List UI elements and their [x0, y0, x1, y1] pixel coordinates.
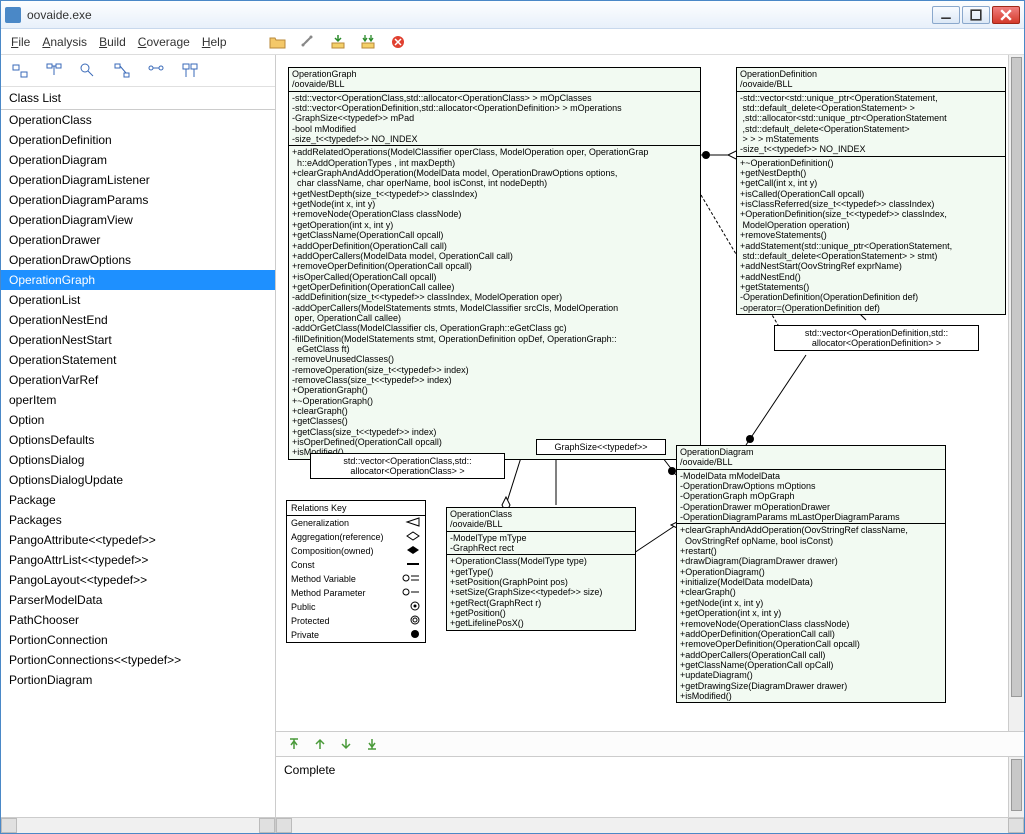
uml-ops: +OperationClass(ModelType type) +getType… — [447, 555, 635, 629]
menu-analysis[interactable]: Analysis — [42, 35, 87, 49]
uml-operationdefinition[interactable]: OperationDefinition /oovaide/BLL -std::v… — [736, 67, 1006, 315]
key-row: Composition(owned) — [287, 544, 425, 558]
nav-last-icon[interactable] — [362, 734, 382, 754]
uml-operationclass[interactable]: OperationClass /oovaide/BLL -ModelType m… — [446, 507, 636, 631]
stop-icon[interactable] — [387, 31, 409, 53]
uml-graphsize[interactable]: GraphSize<<typedef>> — [536, 439, 666, 455]
uml-attrs: -ModelType mType -GraphRect rect — [447, 532, 635, 556]
classlist-item[interactable]: OperationDiagramListener — [1, 170, 275, 190]
sidebar-tool-3-icon[interactable] — [75, 58, 101, 84]
key-row: Method Parameter — [287, 586, 425, 600]
key-row: Private — [287, 628, 425, 642]
uml-operationgraph[interactable]: OperationGraph /oovaide/BLL -std::vector… — [288, 67, 701, 460]
classlist-item[interactable]: OperationDiagramParams — [1, 190, 275, 210]
menu-file[interactable]: File — [11, 35, 30, 49]
classlist-item[interactable]: ParserModelData — [1, 590, 275, 610]
window-title: oovaide.exe — [27, 8, 932, 22]
classlist-item[interactable]: OperationNestStart — [1, 330, 275, 350]
uml-ops: +clearGraphAndAddOperation(OovStringRef … — [677, 524, 945, 702]
classlist-item[interactable]: OperationList — [1, 290, 275, 310]
classlist-item[interactable]: PangoAttrList<<typedef>> — [1, 550, 275, 570]
uml-operationdiagram[interactable]: OperationDiagram /oovaide/BLL -ModelData… — [676, 445, 946, 703]
classlist-item[interactable]: OperationDiagram — [1, 150, 275, 170]
sidebar-hscrollbar[interactable] — [1, 817, 275, 833]
sidebar-toolbar — [1, 55, 275, 87]
app-icon — [5, 7, 21, 23]
key-row: Generalization — [287, 516, 425, 530]
classlist-item[interactable]: OperationGraph — [1, 270, 275, 290]
uml-vec-opdef[interactable]: std::vector<OperationDefinition,std:: al… — [774, 325, 979, 351]
sidebar-tool-5-icon[interactable] — [143, 58, 169, 84]
relations-key: Relations Key GeneralizationAggregation(… — [286, 500, 426, 643]
key-row: Aggregation(reference) — [287, 530, 425, 544]
classlist-item[interactable]: PathChooser — [1, 610, 275, 630]
build-down2-icon[interactable] — [357, 31, 379, 53]
classlist-item[interactable]: OperationStatement — [1, 350, 275, 370]
sidebar-tool-4-icon[interactable] — [109, 58, 135, 84]
uml-ops: +addRelatedOperations(ModelClassifier op… — [289, 146, 700, 458]
nav-down-icon[interactable] — [336, 734, 356, 754]
settings-icon[interactable] — [297, 31, 319, 53]
classlist-item[interactable]: OperationVarRef — [1, 370, 275, 390]
sidebar-tool-2-icon[interactable] — [41, 58, 67, 84]
minimize-button[interactable] — [932, 6, 960, 24]
key-row: Const — [287, 558, 425, 572]
diagram-canvas[interactable]: OperationGraph /oovaide/BLL -std::vector… — [276, 55, 1008, 731]
uml-header: OperationDefinition /oovaide/BLL — [737, 68, 1005, 92]
uml-header: OperationGraph /oovaide/BLL — [289, 68, 700, 92]
classlist-header: Class List — [1, 87, 275, 110]
uml-attrs: -ModelData mModelData -OperationDrawOpti… — [677, 470, 945, 525]
classlist-item[interactable]: PangoLayout<<typedef>> — [1, 570, 275, 590]
classlist-item[interactable]: PortionDiagram — [1, 670, 275, 690]
menu-help[interactable]: Help — [202, 35, 227, 49]
classlist-item[interactable]: OperationDiagramView — [1, 210, 275, 230]
sidebar: Class List OperationClassOperationDefini… — [1, 55, 276, 833]
build-down-icon[interactable] — [327, 31, 349, 53]
classlist-item[interactable]: PortionConnection — [1, 630, 275, 650]
status-vscrollbar[interactable] — [1008, 757, 1024, 817]
key-row: Method Variable — [287, 572, 425, 586]
key-row: Protected — [287, 614, 425, 628]
uml-header: OperationDiagram /oovaide/BLL — [677, 446, 945, 470]
nav-first-icon[interactable] — [284, 734, 304, 754]
classlist[interactable]: OperationClassOperationDefinitionOperati… — [1, 110, 275, 817]
classlist-item[interactable]: OperationDrawOptions — [1, 250, 275, 270]
classlist-item[interactable]: OperationNestEnd — [1, 310, 275, 330]
uml-ops: +~OperationDefinition() +getNestDepth() … — [737, 157, 1005, 314]
key-header: Relations Key — [287, 501, 425, 516]
classlist-item[interactable]: OperationClass — [1, 110, 275, 130]
key-row: Public — [287, 600, 425, 614]
open-folder-icon[interactable] — [267, 31, 289, 53]
menubar: File Analysis Build Coverage Help — [1, 29, 1024, 55]
classlist-item[interactable]: OptionsDefaults — [1, 430, 275, 450]
sidebar-tool-6-icon[interactable] — [177, 58, 203, 84]
classlist-item[interactable]: PortionConnections<<typedef>> — [1, 650, 275, 670]
maximize-button[interactable] — [962, 6, 990, 24]
app-window: oovaide.exe File Analysis Build Coverage… — [0, 0, 1025, 834]
main-hscrollbar[interactable] — [276, 817, 1024, 833]
canvas-vscrollbar[interactable] — [1008, 55, 1024, 731]
uml-vec-opclass[interactable]: std::vector<OperationClass,std:: allocat… — [310, 453, 505, 479]
classlist-item[interactable]: Packages — [1, 510, 275, 530]
classlist-item[interactable]: OptionsDialog — [1, 450, 275, 470]
menu-coverage[interactable]: Coverage — [138, 35, 190, 49]
nav-up-icon[interactable] — [310, 734, 330, 754]
classlist-item[interactable]: operItem — [1, 390, 275, 410]
nav-toolbar — [276, 731, 1024, 757]
classlist-item[interactable]: OptionsDialogUpdate — [1, 470, 275, 490]
classlist-item[interactable]: OperationDrawer — [1, 230, 275, 250]
uml-attrs: -std::vector<std::unique_ptr<OperationSt… — [737, 92, 1005, 157]
classlist-item[interactable]: Option — [1, 410, 275, 430]
classlist-item[interactable]: Package — [1, 490, 275, 510]
classlist-item[interactable]: OperationDefinition — [1, 130, 275, 150]
menu-build[interactable]: Build — [99, 35, 126, 49]
uml-attrs: -std::vector<OperationClass,std::allocat… — [289, 92, 700, 147]
status-output: Complete — [276, 757, 1008, 817]
titlebar: oovaide.exe — [1, 1, 1024, 29]
classlist-item[interactable]: PangoAttribute<<typedef>> — [1, 530, 275, 550]
main-area: OperationGraph /oovaide/BLL -std::vector… — [276, 55, 1024, 833]
close-button[interactable] — [992, 6, 1020, 24]
uml-header: OperationClass /oovaide/BLL — [447, 508, 635, 532]
sidebar-tool-1-icon[interactable] — [7, 58, 33, 84]
